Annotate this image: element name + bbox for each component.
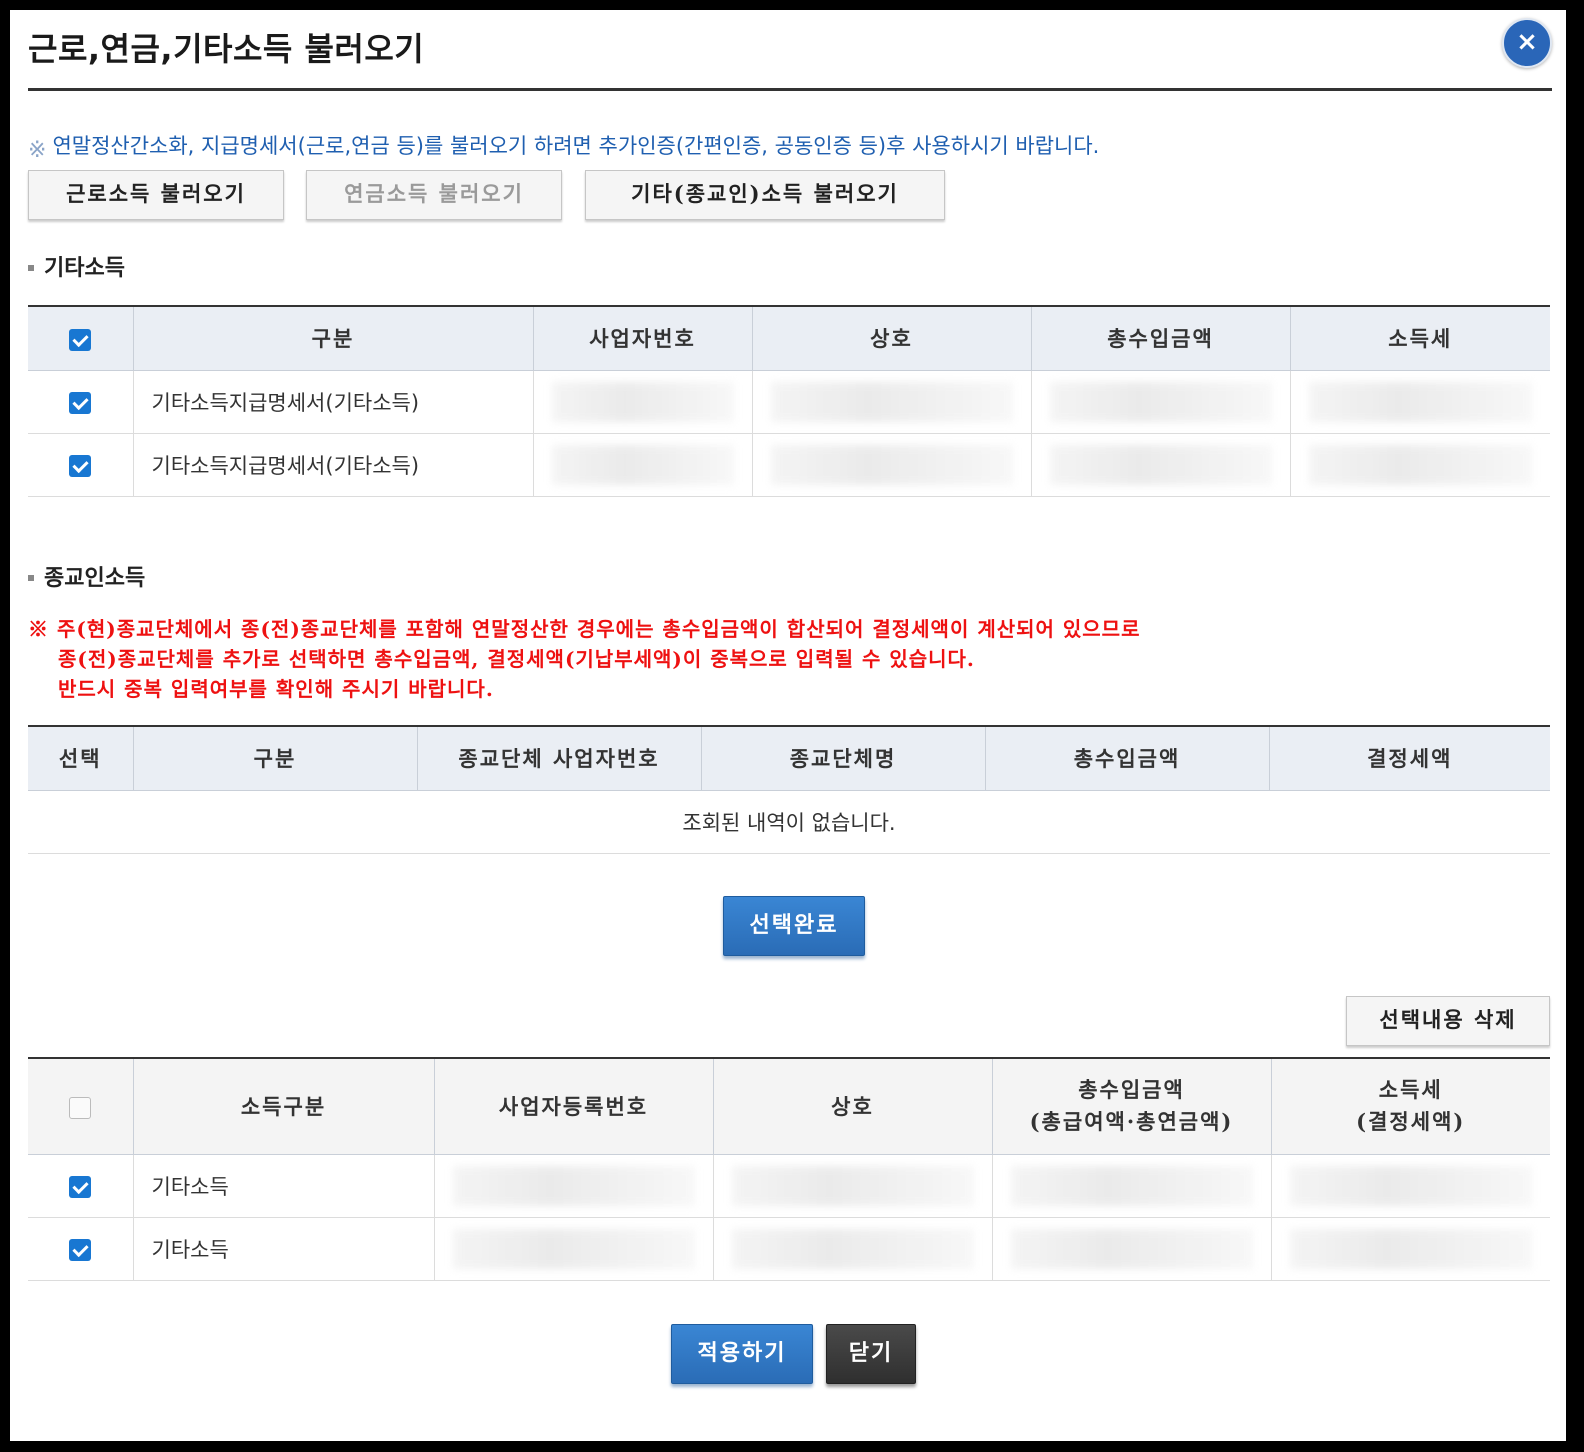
redacted-cell xyxy=(751,370,1031,434)
col-header-income-tax: 소득세 (결정세액) xyxy=(1270,1058,1550,1155)
bullet-square-icon xyxy=(28,265,34,271)
row-checkbox[interactable] xyxy=(28,433,133,497)
redacted-cell xyxy=(1289,370,1550,434)
row-checkbox[interactable] xyxy=(28,1154,133,1218)
income-import-dialog: 근로,연금,기타소득 불러오기 × ※ 연말정산간소화, 지급명세서(근로,연금 … xyxy=(10,10,1566,1441)
close-button[interactable]: 닫기 xyxy=(826,1324,916,1384)
empty-row: 조회된 내역이 없습니다. xyxy=(28,790,1550,854)
row-income-type: 기타소득 xyxy=(132,1217,434,1281)
row-income-type: 기타소득 xyxy=(132,1154,434,1218)
col-header-org-name: 종교단체명 xyxy=(700,726,985,791)
col-header-total-income: 총수입금액 xyxy=(1030,306,1290,371)
col-header-company: 상호 xyxy=(712,1058,992,1155)
warning-mark-icon: ※ xyxy=(28,617,49,641)
checkbox-checked-icon xyxy=(69,1175,92,1198)
col-header-select: 선택 xyxy=(28,726,133,791)
title-divider xyxy=(28,88,1552,91)
row-type: 기타소득지급명세서(기타소득) xyxy=(132,370,533,434)
select-all-checkbox[interactable] xyxy=(28,1058,133,1155)
auth-notice: ※ 연말정산간소화, 지급명세서(근로,연금 등)를 불러오기 하려면 추가인증(… xyxy=(28,130,1099,163)
apply-button[interactable]: 적용하기 xyxy=(671,1324,813,1384)
redacted-cell xyxy=(991,1154,1271,1218)
col-header-income-tax: 소득세 xyxy=(1289,306,1550,371)
select-all-checkbox[interactable] xyxy=(28,306,133,371)
redacted-cell xyxy=(1270,1217,1550,1281)
other-income-section-title: 기타소득 xyxy=(28,250,125,282)
checkbox-unchecked-icon xyxy=(69,1097,92,1119)
religious-income-table: 선택 구분 종교단체 사업자번호 종교단체명 총수입금액 결정세액 조회된 내역… xyxy=(28,725,1550,854)
table-row: 기타소득 xyxy=(28,1217,1550,1281)
row-checkbox[interactable] xyxy=(28,1217,133,1281)
redacted-cell xyxy=(751,433,1031,497)
dialog-title: 근로,연금,기타소득 불러오기 xyxy=(28,30,425,68)
other-income-table: 구분 사업자번호 상호 총수입금액 소득세 기타소득지급명세서(기타소득) 기타… xyxy=(28,305,1550,497)
col-header-type: 구분 xyxy=(132,726,417,791)
redacted-cell xyxy=(712,1154,992,1218)
redacted-cell xyxy=(991,1217,1271,1281)
redacted-cell xyxy=(1270,1154,1550,1218)
redacted-cell xyxy=(532,433,752,497)
col-header-income-type: 소득구분 xyxy=(132,1058,434,1155)
table-row: 기타소득지급명세서(기타소득) xyxy=(28,433,1550,497)
empty-message: 조회된 내역이 없습니다. xyxy=(28,790,1550,854)
col-header-company: 상호 xyxy=(751,306,1031,371)
checkbox-checked-icon xyxy=(69,1238,92,1261)
redacted-cell xyxy=(532,370,752,434)
col-header-biz-reg-no: 사업자등록번호 xyxy=(433,1058,713,1155)
load-pension-income-button[interactable]: 연금소득 불러오기 xyxy=(306,170,562,220)
delete-selected-button[interactable]: 선택내용 삭제 xyxy=(1346,996,1550,1046)
redacted-cell xyxy=(433,1154,713,1218)
load-other-income-button[interactable]: 기타(종교인)소득 불러오기 xyxy=(585,170,945,220)
col-header-org-biz-no: 종교단체 사업자번호 xyxy=(416,726,701,791)
checkbox-checked-icon xyxy=(69,454,92,477)
redacted-cell xyxy=(1030,433,1290,497)
col-header-determined-tax: 결정세액 xyxy=(1268,726,1550,791)
redacted-cell xyxy=(1030,370,1290,434)
notice-mark-icon: ※ xyxy=(28,138,47,163)
table-row: 기타소득 xyxy=(28,1154,1550,1218)
row-type: 기타소득지급명세서(기타소득) xyxy=(132,433,533,497)
religious-income-section-title: 종교인소득 xyxy=(28,560,145,592)
checkbox-checked-icon xyxy=(69,329,92,351)
load-earned-income-button[interactable]: 근로소득 불러오기 xyxy=(28,170,284,220)
redacted-cell xyxy=(712,1217,992,1281)
select-done-button[interactable]: 선택완료 xyxy=(723,896,865,956)
col-header-type: 구분 xyxy=(132,306,533,371)
redacted-cell xyxy=(433,1217,713,1281)
table-row: 기타소득지급명세서(기타소득) xyxy=(28,370,1550,434)
col-header-biz-no: 사업자번호 xyxy=(532,306,752,371)
redacted-cell xyxy=(1289,433,1550,497)
col-header-total-income: 총수입금액 xyxy=(984,726,1269,791)
checkbox-checked-icon xyxy=(69,391,92,414)
selected-income-table: 소득구분 사업자등록번호 상호 총수입금액 (총급여액·총연금액) 소득세 (결정세… xyxy=(28,1057,1550,1281)
close-icon[interactable]: × xyxy=(1502,18,1552,68)
col-header-total-income: 총수입금액 (총급여액·총연금액) xyxy=(991,1058,1271,1155)
row-checkbox[interactable] xyxy=(28,370,133,434)
bullet-square-icon xyxy=(28,575,34,581)
notice-text: 연말정산간소화, 지급명세서(근로,연금 등)를 불러오기 하려면 추가인증(간… xyxy=(52,134,1100,158)
duplicate-warning: ※ 주(현)종교단체에서 종(전)종교단체를 포함해 연말정산한 경우에는 총수… xyxy=(28,617,1141,701)
